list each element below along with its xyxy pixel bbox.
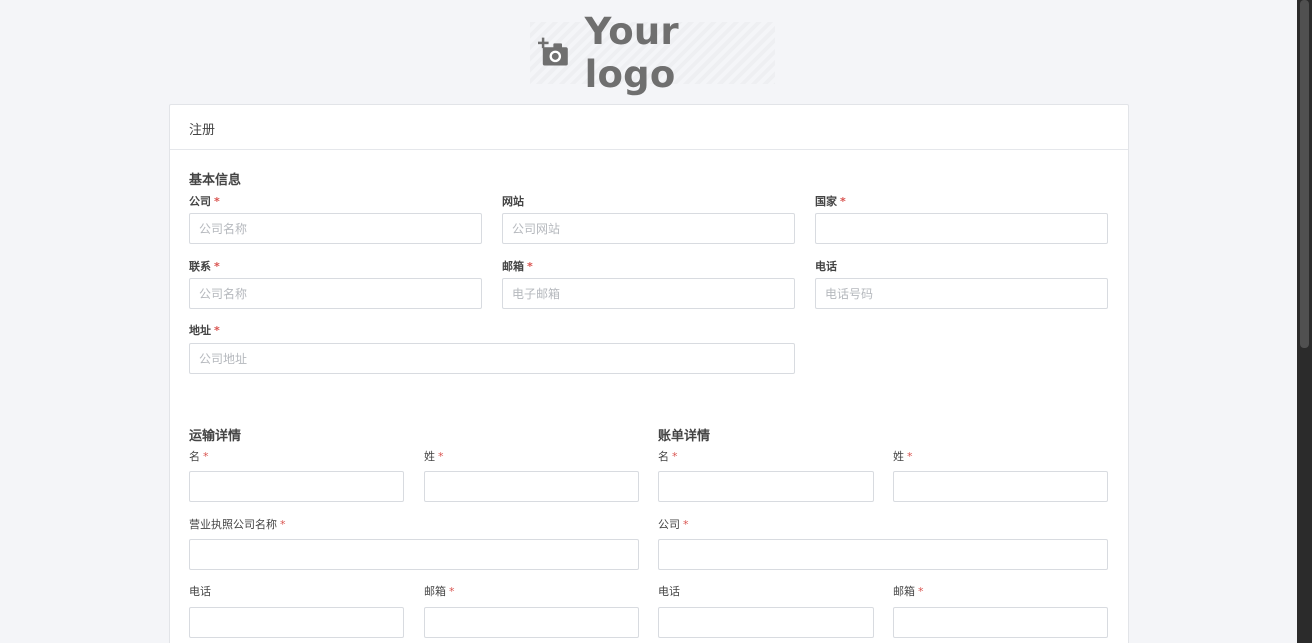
- shipping-title: 运输详情: [189, 429, 242, 444]
- address-label: 地址 *: [189, 324, 220, 337]
- basic-info-title: 基本信息: [189, 173, 242, 188]
- camera-plus-icon: [538, 37, 568, 66]
- shipping-first-name-label: 名 *: [189, 450, 209, 463]
- billing-last-name-label: 姓 *: [893, 450, 913, 463]
- phone-label: 电话: [815, 260, 837, 273]
- scrollbar-thumb[interactable]: [1300, 0, 1309, 348]
- billing-first-name-input[interactable]: [658, 471, 874, 502]
- logo-text: Your logo: [584, 10, 679, 96]
- billing-last-name-input[interactable]: [893, 471, 1108, 502]
- billing-first-name-label: 名 *: [658, 450, 678, 463]
- billing-title: 账单详情: [658, 429, 711, 444]
- billing-phone-label: 电话: [658, 585, 680, 598]
- billing-company-input[interactable]: [658, 539, 1108, 570]
- website-label: 网站: [502, 195, 524, 208]
- shipping-first-name-input[interactable]: [189, 471, 404, 502]
- license-company-input[interactable]: [189, 539, 639, 570]
- phone-input[interactable]: [815, 278, 1108, 309]
- company-input[interactable]: [189, 213, 482, 244]
- website-input[interactable]: [502, 213, 795, 244]
- shipping-phone-label: 电话: [189, 585, 211, 598]
- billing-email-input[interactable]: [893, 607, 1108, 638]
- company-label: 公司 *: [189, 195, 220, 208]
- shipping-last-name-label: 姓 *: [424, 450, 444, 463]
- country-input[interactable]: [815, 213, 1108, 244]
- contact-input[interactable]: [189, 278, 482, 309]
- address-input[interactable]: [189, 343, 795, 374]
- billing-email-label: 邮箱 *: [893, 585, 924, 598]
- shipping-email-label: 邮箱 *: [424, 585, 455, 598]
- license-company-label: 营业执照公司名称 *: [189, 518, 286, 531]
- shipping-last-name-input[interactable]: [424, 471, 639, 502]
- country-label: 国家 *: [815, 195, 846, 208]
- shipping-email-input[interactable]: [424, 607, 639, 638]
- contact-label: 联系 *: [189, 260, 220, 273]
- email-label: 邮箱 *: [502, 260, 533, 273]
- card-title: 注册: [170, 105, 1128, 150]
- logo: Your logo: [530, 10, 775, 96]
- registration-card: 注册 基本信息 公司* 网站 国家* 联系* 邮箱* 电话 地址* 运输详情 名…: [169, 104, 1129, 643]
- email-input[interactable]: [502, 278, 795, 309]
- billing-company-label: 公司 *: [658, 518, 689, 531]
- billing-phone-input[interactable]: [658, 607, 874, 638]
- shipping-phone-input[interactable]: [189, 607, 404, 638]
